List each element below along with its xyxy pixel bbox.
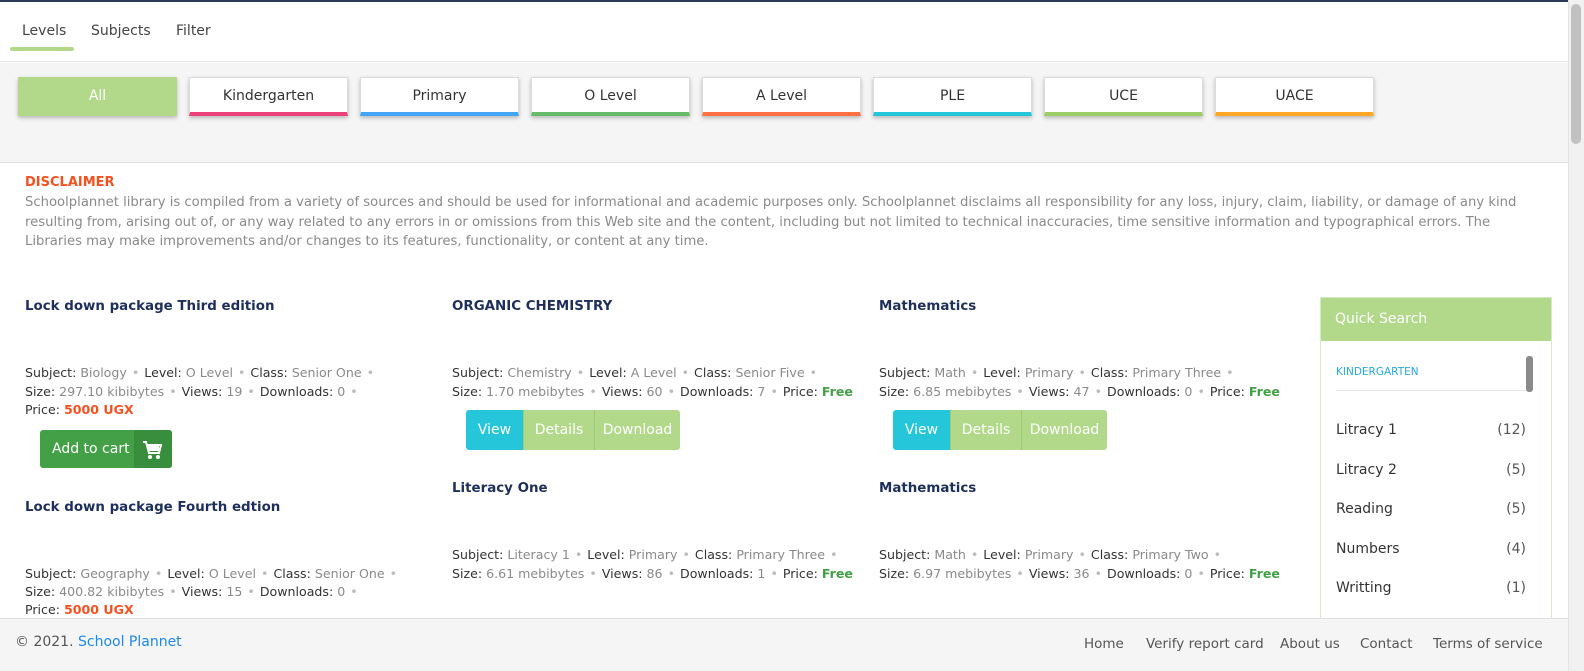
- footer: © 2021. School Plannet Home Verify repor…: [0, 618, 1568, 671]
- level-button-o-level[interactable]: O Level: [531, 77, 690, 116]
- item-price-row: Price: 5000 UGX: [25, 602, 134, 617]
- item-meta-row-1: Subject: Chemistry • Level: A Level • Class:…: [452, 365, 818, 380]
- quick-search-category-link[interactable]: KINDERGARTEN: [1336, 366, 1419, 378]
- item-price-row: Price: 5000 UGX: [25, 402, 134, 417]
- quick-search-scrollbar[interactable]: [1526, 356, 1533, 392]
- download-button[interactable]: Download: [1021, 410, 1107, 450]
- footer-link-home[interactable]: Home: [1084, 636, 1124, 652]
- item-title[interactable]: Literacy One: [452, 481, 548, 496]
- item-meta-row-2: Size: 1.70 mebibytes • Views: 60 • Downloads…: [452, 384, 853, 399]
- details-button[interactable]: Details: [523, 410, 594, 450]
- item-meta-row-1: Subject: Literacy 1 • Level: Primary • Class…: [452, 547, 838, 562]
- item-title[interactable]: Mathematics: [879, 481, 976, 496]
- quick-search-item[interactable]: Writting (1): [1336, 580, 1526, 596]
- price-value: Free: [821, 566, 853, 581]
- level-button-primary[interactable]: Primary: [360, 77, 519, 116]
- add-to-cart-button[interactable]: Add to cart: [40, 430, 172, 468]
- level-button-all[interactable]: All: [18, 77, 177, 116]
- quick-search-panel: Quick Search KINDERGARTEN Litracy 1 (12) …: [1320, 297, 1552, 627]
- view-button[interactable]: View: [893, 410, 950, 450]
- item-meta-row-2: Size: 6.97 mebibytes • Views: 36 • Downloads…: [879, 566, 1280, 581]
- quick-search-title: Quick Search: [1321, 298, 1551, 341]
- tab-levels[interactable]: Levels: [22, 23, 66, 39]
- active-tab-indicator: [10, 47, 74, 51]
- level-button-uace[interactable]: UACE: [1215, 77, 1374, 116]
- download-button[interactable]: Download: [594, 410, 680, 450]
- brand-link[interactable]: School Plannet: [78, 634, 182, 650]
- view-button[interactable]: View: [466, 410, 523, 450]
- item-meta-row-2: Size: 6.61 mebibytes • Views: 86 • Downloads…: [452, 566, 853, 581]
- price-value: Free: [821, 384, 853, 399]
- item-title[interactable]: Lock down package Fourth edtion: [25, 500, 280, 515]
- details-button[interactable]: Details: [950, 410, 1021, 450]
- price-value: 5000 UGX: [63, 402, 134, 417]
- item-meta-row-1: Subject: Math • Level: Primary • Class: Prim…: [879, 365, 1234, 380]
- disclaimer-title: DISCLAIMER: [25, 175, 115, 190]
- tab-filter[interactable]: Filter: [176, 23, 211, 39]
- item-action-group: View Details Download: [466, 410, 680, 450]
- item-meta-row-1: Subject: Math • Level: Primary • Class: Prim…: [879, 547, 1222, 562]
- price-value: Free: [1248, 384, 1280, 399]
- quick-search-item[interactable]: Reading (5): [1336, 501, 1526, 517]
- level-button-uce[interactable]: UCE: [1044, 77, 1203, 116]
- price-value: 5000 UGX: [63, 602, 134, 617]
- divider: [1336, 390, 1526, 391]
- footer-link-verify-report-card[interactable]: Verify report card: [1146, 636, 1264, 652]
- disclaimer-text: Schoolplannet library is compiled from a…: [25, 195, 1517, 250]
- level-button-kindergarten[interactable]: Kindergarten: [189, 77, 348, 116]
- item-title[interactable]: Mathematics: [879, 299, 976, 314]
- quick-search-item[interactable]: Litracy 1 (12): [1336, 422, 1526, 438]
- tab-subjects[interactable]: Subjects: [91, 23, 151, 39]
- add-to-cart-label: Add to cart: [52, 441, 130, 457]
- item-meta-row-1: Subject: Geography • Level: O Level • Class:…: [25, 566, 398, 581]
- price-value: Free: [1248, 566, 1280, 581]
- item-title[interactable]: ORGANIC CHEMISTRY: [452, 299, 612, 314]
- item-title[interactable]: Lock down package Third edition: [25, 299, 275, 314]
- item-meta-row-2: Size: 297.10 kibibytes • Views: 19 • Downloa…: [25, 384, 358, 399]
- cart-icon: [134, 430, 172, 468]
- footer-link-about-us[interactable]: About us: [1280, 636, 1340, 652]
- item-meta-row-2: Size: 400.82 kibibytes • Views: 15 • Downloa…: [25, 584, 358, 599]
- footer-link-terms-of-service[interactable]: Terms of service: [1433, 636, 1543, 652]
- item-action-group: View Details Download: [893, 410, 1107, 450]
- item-meta-row-1: Subject: Biology • Level: O Level • Class: S…: [25, 365, 375, 380]
- footer-link-contact[interactable]: Contact: [1360, 636, 1413, 652]
- level-filter-panel: All Kindergarten Primary O Level A Level…: [0, 63, 1568, 163]
- quick-search-item[interactable]: Numbers (4): [1336, 541, 1526, 557]
- level-button-a-level[interactable]: A Level: [702, 77, 861, 116]
- item-meta-row-2: Size: 6.85 mebibytes • Views: 47 • Downloads…: [879, 384, 1280, 399]
- level-tabs-bar: Levels Subjects Filter: [0, 2, 1568, 62]
- copyright: © 2021. School Plannet: [15, 634, 182, 650]
- level-button-ple[interactable]: PLE: [873, 77, 1032, 116]
- page-scroll-thumb[interactable]: [1571, 4, 1581, 144]
- quick-search-item[interactable]: Litracy 2 (5): [1336, 462, 1526, 478]
